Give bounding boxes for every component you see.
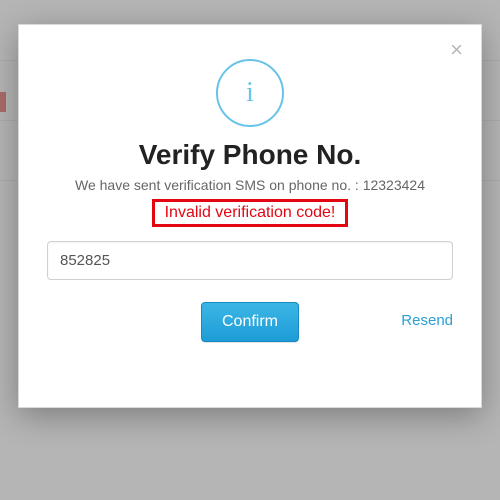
info-icon: i xyxy=(216,59,284,127)
modal-actions: Confirm Resend xyxy=(47,302,453,346)
confirm-button[interactable]: Confirm xyxy=(201,302,299,342)
modal-title: Verify Phone No. xyxy=(47,139,453,171)
phone-number: 12323424 xyxy=(363,177,425,193)
subtitle-text: We have sent verification SMS on phone n… xyxy=(75,177,363,193)
info-icon-glyph: i xyxy=(246,77,254,109)
verify-phone-modal: × i Verify Phone No. We have sent verifi… xyxy=(18,24,482,408)
resend-link[interactable]: Resend xyxy=(401,312,453,329)
app-canvas: × i Verify Phone No. We have sent verifi… xyxy=(0,0,500,500)
verification-code-input[interactable] xyxy=(47,241,453,280)
error-message: Invalid verification code! xyxy=(152,199,349,227)
close-icon[interactable]: × xyxy=(450,39,463,61)
modal-subtitle: We have sent verification SMS on phone n… xyxy=(47,177,453,193)
